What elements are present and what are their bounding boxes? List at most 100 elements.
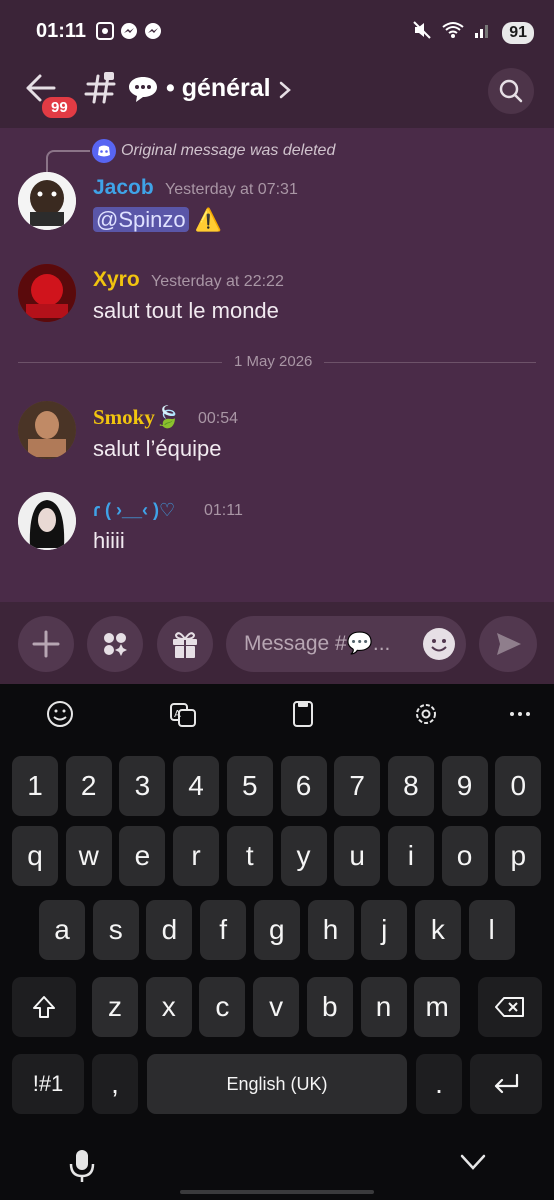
message-input-placeholder: Message #💬...: [244, 632, 391, 655]
clipboard-icon[interactable]: [281, 694, 325, 734]
key-r[interactable]: r: [173, 826, 220, 886]
shift-icon: [33, 996, 55, 1018]
key-q[interactable]: q: [12, 826, 58, 886]
key-s[interactable]: s: [92, 900, 139, 960]
send-button[interactable]: [479, 616, 537, 672]
key-j[interactable]: j: [361, 900, 408, 960]
key-a[interactable]: a: [39, 900, 85, 960]
messenger-icon: [144, 22, 162, 40]
key-w[interactable]: w: [65, 826, 112, 886]
message-content: salut l’équipe: [93, 436, 222, 461]
chevron-down-icon[interactable]: [458, 1150, 488, 1174]
key-k[interactable]: k: [414, 900, 461, 960]
key-8[interactable]: 8: [387, 756, 434, 816]
messenger-icon: [120, 22, 138, 40]
discord-icon: [92, 139, 116, 163]
microphone-icon[interactable]: [68, 1148, 96, 1184]
period-key[interactable]: .: [416, 1054, 462, 1114]
key-5[interactable]: 5: [226, 756, 273, 816]
key-o[interactable]: o: [441, 826, 488, 886]
key-e[interactable]: e: [119, 826, 166, 886]
screenshot-icon: [96, 22, 114, 40]
emoji-button[interactable]: [422, 627, 456, 661]
message-author[interactable]: Xyro: [93, 268, 140, 292]
gift-button[interactable]: [157, 616, 213, 672]
search-icon: [499, 79, 523, 103]
status-notification-icons: [96, 22, 162, 40]
key-v[interactable]: v: [253, 977, 300, 1037]
smiley-icon: [423, 628, 455, 660]
channel-title[interactable]: • général: [166, 74, 271, 103]
key-0[interactable]: 0: [495, 756, 542, 816]
message-timestamp: Yesterday at 22:22: [151, 273, 284, 290]
keyboard-toolbar: [0, 684, 554, 746]
wifi-icon: [442, 21, 464, 44]
key-d[interactable]: d: [146, 900, 193, 960]
symbols-key[interactable]: !#1: [12, 1054, 84, 1114]
plus-icon: [32, 630, 60, 658]
status-system-icons: 91: [412, 20, 534, 45]
comma-key[interactable]: ,: [92, 1054, 138, 1114]
space-bar[interactable]: English (UK): [147, 1054, 407, 1114]
signal-icon: [474, 21, 492, 44]
gift-icon: [173, 632, 197, 658]
key-u[interactable]: u: [334, 826, 381, 886]
key-f[interactable]: f: [200, 900, 247, 960]
search-button[interactable]: [488, 68, 534, 114]
key-m[interactable]: m: [414, 977, 461, 1037]
key-4[interactable]: 4: [173, 756, 220, 816]
backspace-key[interactable]: [478, 977, 542, 1037]
avatar[interactable]: [18, 492, 76, 550]
reply-deleted-note: Original message was deleted: [121, 142, 336, 159]
enter-icon: [494, 1073, 519, 1094]
message-content: hiiii: [93, 528, 125, 553]
message-author[interactable]: Jacob: [93, 176, 154, 200]
key-9[interactable]: 9: [441, 756, 488, 816]
mute-icon: [412, 20, 432, 45]
key-3[interactable]: 3: [119, 756, 166, 816]
shift-key[interactable]: [12, 977, 76, 1037]
gear-icon[interactable]: [404, 694, 448, 734]
key-l[interactable]: l: [468, 900, 515, 960]
key-6[interactable]: 6: [280, 756, 327, 816]
key-p[interactable]: p: [495, 826, 542, 886]
key-b[interactable]: b: [306, 977, 353, 1037]
emoji-keyboard-icon[interactable]: [38, 694, 82, 734]
message-timestamp: 01:11: [204, 502, 243, 519]
add-attachment-button[interactable]: [18, 616, 74, 672]
key-i[interactable]: i: [387, 826, 434, 886]
enter-key[interactable]: [470, 1054, 542, 1114]
avatar[interactable]: [18, 401, 76, 459]
hash-lock-icon: [84, 70, 120, 106]
key-z[interactable]: z: [92, 977, 138, 1037]
key-2[interactable]: 2: [65, 756, 112, 816]
key-1[interactable]: 1: [12, 756, 58, 816]
reply-connector: [46, 150, 90, 172]
key-x[interactable]: x: [145, 977, 192, 1037]
key-y[interactable]: y: [280, 826, 327, 886]
chevron-right-icon[interactable]: [278, 80, 292, 100]
warning-emoji: ⚠️: [194, 207, 223, 232]
message-content: @Spinzo ⚠️: [93, 207, 222, 233]
unread-badge: 99: [40, 95, 79, 120]
message-author[interactable]: Smoky🍃: [93, 405, 181, 430]
avatar[interactable]: [18, 172, 76, 230]
apps-icon: [104, 633, 127, 656]
message-content: salut tout le monde: [93, 298, 279, 323]
more-options-icon[interactable]: [498, 694, 542, 734]
backspace-icon: [495, 997, 524, 1017]
message-author[interactable]: ɾ ( ›__‹ )♡: [93, 500, 175, 521]
avatar[interactable]: [18, 264, 76, 322]
key-g[interactable]: g: [253, 900, 300, 960]
apps-button[interactable]: [87, 616, 143, 672]
home-indicator[interactable]: [180, 1190, 374, 1194]
key-h[interactable]: h: [307, 900, 354, 960]
send-icon: [497, 633, 521, 655]
message-timestamp: 00:54: [198, 410, 239, 427]
key-n[interactable]: n: [360, 977, 407, 1037]
key-c[interactable]: c: [199, 977, 246, 1037]
user-mention[interactable]: @Spinzo: [93, 207, 189, 232]
key-7[interactable]: 7: [334, 756, 381, 816]
translate-icon[interactable]: A: [161, 694, 205, 734]
key-t[interactable]: t: [226, 826, 273, 886]
